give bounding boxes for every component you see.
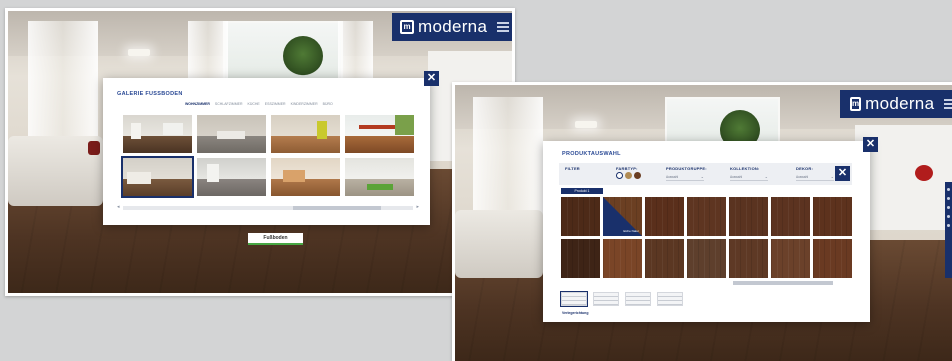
- scroll-left-icon[interactable]: ◂: [117, 204, 120, 210]
- farbtyp-label: FARBTYP:: [616, 166, 638, 171]
- produktgruppe-select[interactable]: Auswahl ⌄: [666, 174, 704, 181]
- reset-filter-button[interactable]: ✕: [835, 166, 850, 181]
- moderna-logo-icon: m: [400, 20, 414, 34]
- room-thumbnail-selected[interactable]: [121, 156, 194, 198]
- color-type-swatches: [616, 172, 641, 179]
- wood-swatch[interactable]: [729, 239, 768, 278]
- scrollbar-thumb[interactable]: [293, 206, 381, 210]
- swatch-dark[interactable]: [634, 172, 641, 179]
- select-value: Auswahl: [730, 175, 743, 179]
- wood-swatch[interactable]: [645, 197, 684, 236]
- composite-stage: m moderna ✕ GALERIE FUSSBODEN WOHNZIMMER…: [0, 0, 952, 361]
- tab-kueche[interactable]: KÜCHE: [248, 102, 260, 106]
- room-tabs: WOHNZIMMER SCHLAFZIMMER KÜCHE ESSZIMMER …: [185, 102, 370, 106]
- swatch-light[interactable]: [616, 172, 623, 179]
- selected-decor-label: Eiche Natur: [623, 229, 639, 233]
- tab-buero[interactable]: BÜRO: [323, 102, 333, 106]
- produktgruppe-label: PRODUKTGRUPPE:: [666, 166, 707, 171]
- chevron-down-icon: ⌄: [830, 174, 834, 179]
- room-thumbnail-grid: [121, 115, 414, 198]
- brand-header[interactable]: m moderna: [840, 90, 952, 118]
- wood-swatch[interactable]: [771, 197, 810, 236]
- layout-options: [560, 291, 683, 307]
- select-value: Auswahl: [796, 175, 809, 179]
- scroll-right-icon[interactable]: ▸: [416, 204, 419, 210]
- wood-swatch-selected[interactable]: Eiche Natur: [603, 197, 642, 236]
- floor-button[interactable]: Fußboden: [248, 233, 303, 245]
- kollektion-select[interactable]: Auswahl ⌄: [730, 174, 768, 181]
- kollektion-label: KOLLEKTION:: [730, 166, 760, 171]
- wood-decor-grid: Eiche Natur: [561, 197, 852, 278]
- chevron-down-icon: ⌄: [700, 174, 704, 179]
- wood-swatch[interactable]: [645, 239, 684, 278]
- dekor-select[interactable]: Auswahl ⌄: [796, 174, 834, 181]
- layout-plank-icon[interactable]: [560, 291, 588, 307]
- room-thumbnail[interactable]: [345, 158, 414, 196]
- room-thumbnail[interactable]: [271, 115, 340, 153]
- select-value: Auswahl: [666, 175, 679, 179]
- room-thumbnail[interactable]: [123, 115, 192, 153]
- wood-swatch[interactable]: [813, 197, 852, 236]
- hamburger-menu-icon[interactable]: [944, 99, 952, 109]
- dialog-title: PRODUKTAUSWAHL: [562, 151, 621, 157]
- wood-swatch[interactable]: [729, 197, 768, 236]
- layout-wide-icon[interactable]: [593, 292, 619, 306]
- wood-swatch[interactable]: [813, 239, 852, 278]
- wood-swatch[interactable]: [603, 239, 642, 278]
- dialog-title: GALERIE FUSSBODEN: [117, 91, 183, 97]
- moderna-logo-icon: m: [850, 97, 862, 111]
- wood-swatch[interactable]: [771, 239, 810, 278]
- product-tag: Produkt 1: [561, 188, 603, 194]
- close-icon[interactable]: ✕: [424, 71, 439, 86]
- verlegerichtung-label: Verlegerichtung: [562, 311, 589, 315]
- layout-tile-icon[interactable]: [657, 292, 683, 306]
- filter-bar: FILTER FARBTYP: PRODUKTGRUPPE: Auswahl ⌄ …: [559, 163, 852, 185]
- close-icon[interactable]: ✕: [863, 137, 878, 152]
- side-toolbar[interactable]: [945, 182, 952, 278]
- layout-herringbone-icon[interactable]: [625, 292, 651, 306]
- wood-swatch[interactable]: [561, 239, 600, 278]
- room-thumbnail[interactable]: [197, 158, 266, 196]
- screenshot-gallery: m moderna ✕ GALERIE FUSSBODEN WOHNZIMMER…: [5, 8, 515, 296]
- wood-swatch[interactable]: [687, 197, 726, 236]
- product-dialog: ✕ PRODUKTAUSWAHL FILTER FARBTYP: PRODUKT…: [543, 137, 878, 322]
- dekor-label: DEKOR:: [796, 166, 813, 171]
- tab-schlafzimmer[interactable]: SCHLAFZIMMER: [215, 102, 243, 106]
- brand-name: moderna: [865, 94, 935, 113]
- brand-name: moderna: [418, 17, 488, 36]
- chevron-down-icon: ⌄: [764, 174, 768, 179]
- room-thumbnail[interactable]: [197, 115, 266, 153]
- wood-swatch[interactable]: [561, 197, 600, 236]
- room-thumbnail[interactable]: [345, 115, 414, 153]
- room-thumbnail[interactable]: [271, 158, 340, 196]
- product-scrollbar[interactable]: [733, 281, 833, 285]
- brand-header[interactable]: m moderna: [392, 13, 512, 41]
- tab-wohnzimmer[interactable]: WOHNZIMMER: [185, 102, 210, 106]
- tab-kinderzimmer[interactable]: KINDERZIMMER: [291, 102, 318, 106]
- swatch-medium[interactable]: [625, 172, 632, 179]
- tab-esszimmer[interactable]: ESSZIMMER: [265, 102, 286, 106]
- filter-label: FILTER: [565, 166, 580, 171]
- hamburger-menu-icon[interactable]: [497, 22, 510, 32]
- gallery-dialog: ✕ GALERIE FUSSBODEN WOHNZIMMER SCHLAFZIM…: [103, 71, 439, 225]
- wood-swatch[interactable]: [687, 239, 726, 278]
- gallery-scrollbar[interactable]: ◂ ▸: [117, 204, 419, 210]
